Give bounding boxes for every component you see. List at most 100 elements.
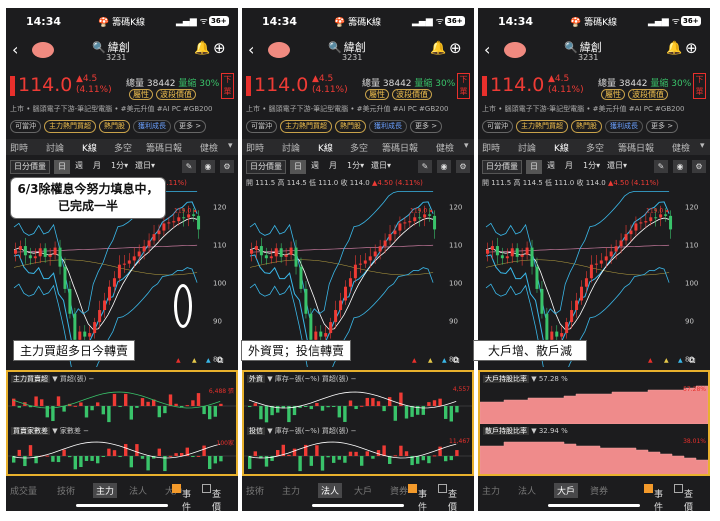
weekly-button[interactable]: 週 (544, 160, 558, 172)
nav-tab[interactable]: 健檢 (200, 141, 218, 154)
nav-tab[interactable]: 討論 (518, 141, 536, 154)
price-line-checkbox[interactable]: 查價線 (674, 484, 693, 511)
adjust-select[interactable]: 還日▾ (604, 160, 630, 172)
screenshot-icon[interactable]: ◉ (437, 160, 451, 173)
stock-pill[interactable]: 可當沖 (10, 120, 41, 133)
flow-line (12, 441, 221, 459)
bell-icon[interactable]: 🔔 (430, 41, 446, 56)
add-watchlist-icon[interactable]: ⊕ (449, 39, 462, 57)
nav-tab[interactable]: 健檢 (672, 141, 690, 154)
minute-select[interactable]: 1分▾ (108, 160, 131, 172)
period-select[interactable]: 日分價量 (246, 160, 286, 174)
bottom-tab[interactable]: 技術 (246, 484, 264, 497)
tabs-more-icon[interactable]: ▾ (228, 141, 233, 151)
price-line-checkbox[interactable]: 查價線 (438, 484, 457, 511)
period-select[interactable]: 日分價量 (482, 160, 522, 174)
tabs-more-icon[interactable]: ▾ (700, 141, 705, 151)
nav-tab[interactable]: K線 (318, 141, 333, 154)
high-price-label: 119.0 ◂ (646, 207, 668, 214)
order-button[interactable]: 下單 (693, 73, 706, 99)
stock-pill[interactable]: 獲利成長 (133, 120, 171, 133)
draw-icon[interactable]: ✎ (654, 160, 668, 173)
weekly-button[interactable]: 週 (308, 160, 322, 172)
stock-pill[interactable]: 熱門股 (99, 120, 130, 133)
adjust-select[interactable]: 還日▾ (368, 160, 394, 172)
attribute-info[interactable]: 屬性 波段價值 (362, 89, 432, 100)
draw-icon[interactable]: ✎ (418, 160, 432, 173)
order-button[interactable]: 下單 (457, 73, 470, 99)
bottom-tab[interactable]: 技術 (57, 484, 75, 497)
stock-pill[interactable]: 可當沖 (246, 120, 277, 133)
add-watchlist-icon[interactable]: ⊕ (213, 39, 226, 57)
bell-icon[interactable]: 🔔 (194, 41, 210, 56)
stock-pill[interactable]: 主力熱門買超 (280, 120, 332, 133)
event-checkbox[interactable]: 事件 (644, 484, 663, 511)
attribute-info[interactable]: 屬性 波段價值 (598, 89, 668, 100)
daily-button[interactable]: 日 (290, 160, 306, 174)
stock-pill[interactable]: 更多 > (410, 120, 443, 133)
back-icon[interactable]: ‹ (248, 40, 254, 59)
settings-icon[interactable]: ⚙ (692, 160, 706, 173)
nav-tab[interactable]: 討論 (282, 141, 300, 154)
back-icon[interactable]: ‹ (484, 40, 490, 59)
daily-button[interactable]: 日 (54, 160, 70, 174)
event-checkbox[interactable]: 事件 (408, 484, 427, 511)
adjust-select[interactable]: 還日▾ (132, 160, 158, 172)
draw-icon[interactable]: ✎ (182, 160, 196, 173)
bottom-tab[interactable]: 大戶 (554, 483, 579, 498)
stock-pill[interactable]: 獲利成長 (369, 120, 407, 133)
stock-pill[interactable]: 熱門股 (571, 120, 602, 133)
bottom-tab[interactable]: 法人 (129, 484, 147, 497)
stock-pill[interactable]: 主力熱門買超 (44, 120, 96, 133)
event-checkbox[interactable]: 事件 (172, 484, 191, 511)
bottom-tab[interactable]: 資券 (590, 484, 608, 497)
nav-tab[interactable]: 即時 (482, 141, 500, 154)
bottom-tab[interactable]: 主力 (482, 484, 500, 497)
settings-icon[interactable]: ⚙ (220, 160, 234, 173)
minute-select[interactable]: 1分▾ (344, 160, 367, 172)
nav-tab[interactable]: 籌碼日報 (382, 141, 418, 154)
monthly-button[interactable]: 月 (562, 160, 576, 172)
tabs-more-icon[interactable]: ▾ (464, 141, 469, 151)
weekly-button[interactable]: 週 (72, 160, 86, 172)
mascot-icon (32, 42, 54, 58)
nav-tab[interactable]: 即時 (10, 141, 28, 154)
nav-tab[interactable]: 即時 (246, 141, 264, 154)
stock-pill[interactable]: 更多 > (646, 120, 679, 133)
daily-button[interactable]: 日 (526, 160, 542, 174)
bottom-tab[interactable]: 資券 (390, 484, 408, 497)
stock-pill[interactable]: 熱門股 (335, 120, 366, 133)
nav-tab[interactable]: 討論 (46, 141, 64, 154)
nav-tab[interactable]: K線 (554, 141, 569, 154)
settings-icon[interactable]: ⚙ (456, 160, 470, 173)
bottom-tab[interactable]: 法人 (518, 484, 536, 497)
monthly-button[interactable]: 月 (90, 160, 104, 172)
nav-tab[interactable]: 多空 (586, 141, 604, 154)
stock-pill[interactable]: 更多 > (174, 120, 207, 133)
screenshot-icon[interactable]: ◉ (201, 160, 215, 173)
attribute-info[interactable]: 屬性 波段價值 (126, 89, 196, 100)
bottom-tab[interactable]: 成交量 (10, 484, 37, 497)
nav-tab[interactable]: 籌碼日報 (618, 141, 654, 154)
bottom-tab[interactable]: 法人 (318, 483, 343, 498)
nav-tab[interactable]: 多空 (114, 141, 132, 154)
nav-tab[interactable]: 籌碼日報 (146, 141, 182, 154)
minute-select[interactable]: 1分▾ (580, 160, 603, 172)
back-icon[interactable]: ‹ (12, 40, 18, 59)
bottom-tab[interactable]: 主力 (93, 483, 118, 498)
nav-tab[interactable]: 健檢 (436, 141, 454, 154)
price-line-checkbox[interactable]: 查價線 (202, 484, 221, 511)
stock-pill[interactable]: 獲利成長 (605, 120, 643, 133)
monthly-button[interactable]: 月 (326, 160, 340, 172)
nav-tab[interactable]: 多空 (350, 141, 368, 154)
stock-pill[interactable]: 可當沖 (482, 120, 513, 133)
period-select[interactable]: 日分價量 (10, 160, 50, 174)
nav-tab[interactable]: K線 (82, 141, 97, 154)
bell-icon[interactable]: 🔔 (666, 41, 682, 56)
add-watchlist-icon[interactable]: ⊕ (685, 39, 698, 57)
order-button[interactable]: 下單 (221, 73, 234, 99)
bottom-tab[interactable]: 主力 (282, 484, 300, 497)
stock-pill[interactable]: 主力熱門買超 (516, 120, 568, 133)
bottom-tab[interactable]: 大戶 (354, 484, 372, 497)
screenshot-icon[interactable]: ◉ (673, 160, 687, 173)
